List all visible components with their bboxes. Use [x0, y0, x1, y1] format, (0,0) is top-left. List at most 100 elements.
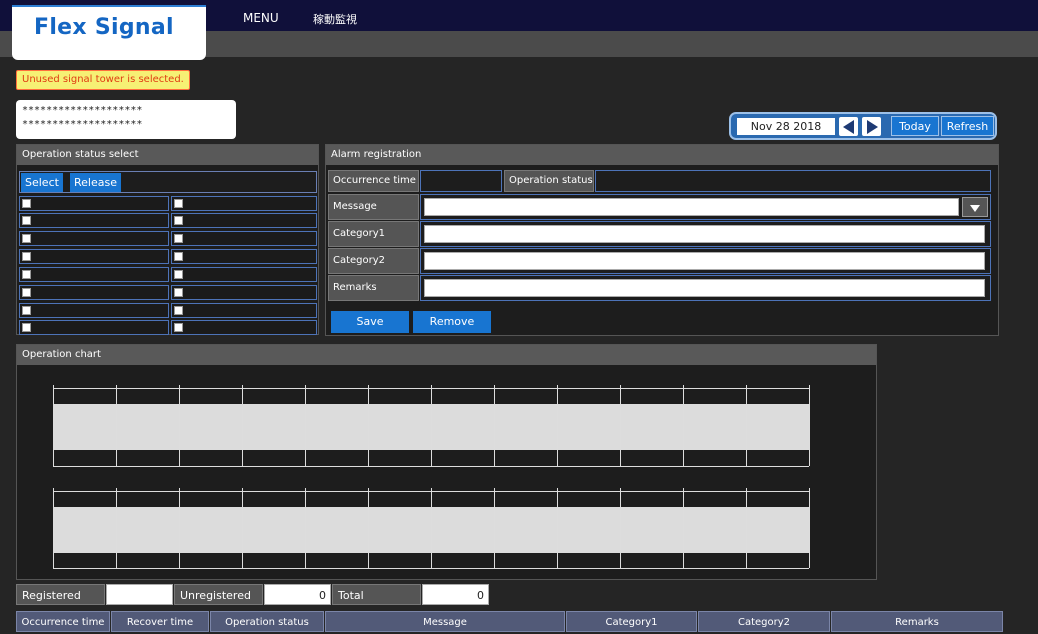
status-checkbox[interactable] — [22, 288, 31, 297]
status-checkbox-cell — [171, 249, 317, 264]
column-header-recover-time[interactable]: Recover time — [111, 611, 209, 632]
timeline-tick — [368, 385, 369, 466]
column-header-operation-status[interactable]: Operation status — [210, 611, 324, 632]
status-checkbox-cell — [171, 303, 317, 318]
status-checkbox-cell — [19, 320, 169, 335]
arrow-right-icon — [867, 120, 878, 134]
timeline-tick — [242, 385, 243, 466]
category2-input[interactable] — [424, 252, 985, 270]
next-day-button[interactable] — [862, 117, 881, 136]
remarks-label: Remarks — [328, 275, 419, 301]
status-checkbox[interactable] — [174, 234, 183, 243]
category1-label: Category1 — [328, 221, 419, 247]
status-checkbox[interactable] — [22, 216, 31, 225]
page-title[interactable]: 稼動監視 — [313, 11, 357, 27]
timeline-tick — [809, 385, 810, 466]
total-label: Total — [332, 584, 421, 605]
column-header-category1[interactable]: Category1 — [566, 611, 697, 632]
operation-status-label: Operation status — [504, 170, 594, 192]
remarks-input[interactable] — [424, 279, 985, 297]
remarks-field-frame — [420, 275, 991, 301]
timeline-tick — [683, 488, 684, 568]
prev-day-button[interactable] — [839, 117, 858, 136]
timeline-tick — [746, 488, 747, 568]
message-select[interactable] — [424, 198, 959, 216]
date-field[interactable]: Nov 28 2018 — [737, 118, 835, 135]
status-checkbox-cell — [19, 285, 169, 300]
status-checkbox[interactable] — [174, 323, 183, 332]
timeline-tick — [494, 488, 495, 568]
status-checkbox-cell — [171, 231, 317, 246]
status-checkbox-cell — [171, 267, 317, 282]
timeline-tick — [242, 488, 243, 568]
logo[interactable]: Flex Signal — [12, 5, 206, 60]
operation-status-field[interactable] — [595, 170, 991, 192]
timeline-tick — [116, 488, 117, 568]
timeline-baseline — [53, 568, 809, 569]
status-checkbox-cell — [19, 303, 169, 318]
timeline-tick — [746, 385, 747, 466]
masked-line: ******************** — [22, 105, 143, 116]
status-checkbox[interactable] — [22, 252, 31, 261]
ops-toolbar: Select Release — [19, 171, 317, 193]
occurrence-time-field[interactable] — [420, 170, 502, 192]
timeline-tick — [431, 488, 432, 568]
timeline-tick — [53, 488, 54, 568]
masked-line: ******************** — [22, 119, 143, 130]
status-checkbox-cell — [19, 231, 169, 246]
status-checkbox-cell — [171, 196, 317, 211]
status-checkbox[interactable] — [22, 306, 31, 315]
status-checkbox[interactable] — [174, 216, 183, 225]
status-checkbox-cell — [19, 196, 169, 211]
timeline-tick — [683, 385, 684, 466]
status-checkbox[interactable] — [22, 234, 31, 243]
operation-status-select-panel: Operation status select Select Release — [16, 144, 319, 335]
today-button[interactable]: Today — [891, 116, 939, 136]
timeline-tick — [431, 385, 432, 466]
masked-info-box: ******************** *******************… — [16, 100, 236, 139]
menu-link[interactable]: MENU — [243, 11, 279, 25]
logo-text: Flex Signal — [34, 15, 174, 40]
timeline-tick — [116, 385, 117, 466]
registered-label: Registered — [16, 584, 105, 605]
timeline-tick — [494, 385, 495, 466]
status-checkbox-cell — [19, 249, 169, 264]
timeline-tick — [557, 385, 558, 466]
refresh-button[interactable]: Refresh — [941, 116, 994, 136]
status-checkbox[interactable] — [22, 199, 31, 208]
status-checkbox-cell — [171, 285, 317, 300]
status-checkbox[interactable] — [174, 252, 183, 261]
status-checkbox[interactable] — [174, 306, 183, 315]
message-field-frame — [420, 194, 991, 220]
message-dropdown-button[interactable] — [962, 197, 988, 217]
timeline-tick — [368, 488, 369, 568]
timeline-tick — [305, 385, 306, 466]
date-navigator: Nov 28 2018 Today Refresh — [729, 112, 997, 140]
status-checkbox-cell — [171, 213, 317, 228]
chevron-down-icon — [970, 205, 980, 212]
column-header-message[interactable]: Message — [325, 611, 565, 632]
panel-title: Operation chart — [17, 345, 876, 365]
timeline-tick — [557, 488, 558, 568]
release-button[interactable]: Release — [70, 173, 121, 192]
save-button[interactable]: Save — [331, 311, 409, 333]
category1-input[interactable] — [424, 225, 985, 243]
column-header-category2[interactable]: Category2 — [698, 611, 830, 632]
timeline-tick — [809, 488, 810, 568]
status-checkbox[interactable] — [174, 270, 183, 279]
timeline-tick — [179, 488, 180, 568]
timeline-tick — [305, 488, 306, 568]
column-header-occurrence-time[interactable]: Occurrence time — [16, 611, 110, 632]
select-button[interactable]: Select — [21, 173, 63, 192]
status-checkbox[interactable] — [174, 288, 183, 297]
status-checkbox[interactable] — [22, 270, 31, 279]
status-checkbox[interactable] — [174, 199, 183, 208]
unregistered-label: Unregistered — [174, 584, 263, 605]
status-checkbox[interactable] — [22, 323, 31, 332]
category1-field-frame — [420, 221, 991, 247]
registered-count — [106, 584, 173, 605]
unregistered-count: 0 — [264, 584, 331, 605]
column-header-remarks[interactable]: Remarks — [831, 611, 1003, 632]
arrow-left-icon — [843, 120, 854, 134]
remove-button[interactable]: Remove — [413, 311, 491, 333]
